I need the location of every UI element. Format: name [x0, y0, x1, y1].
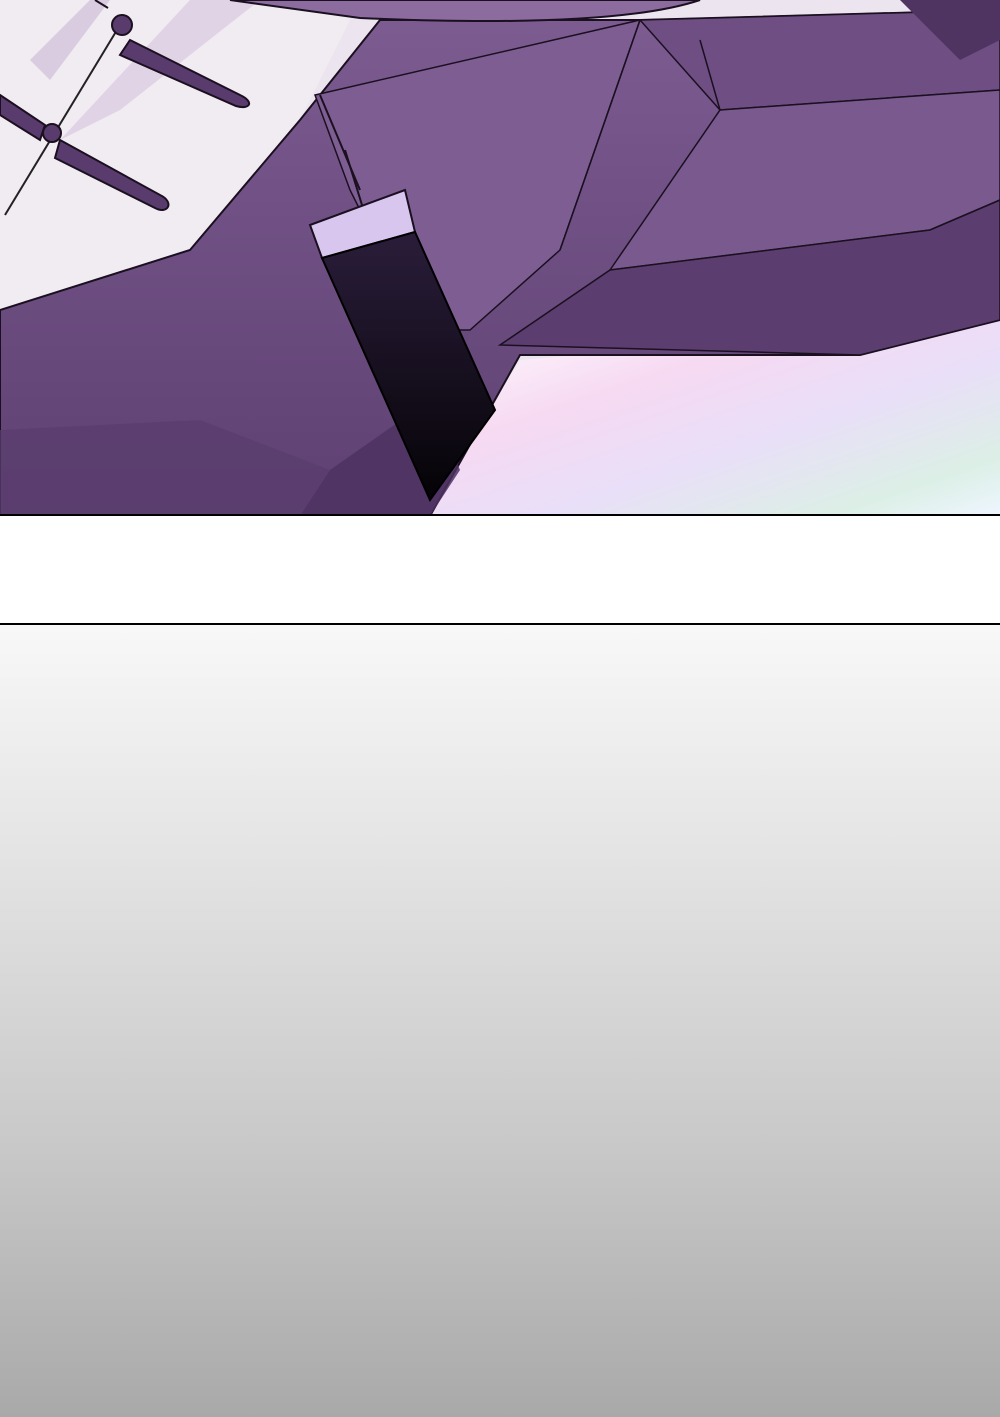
gutter — [0, 516, 1000, 623]
bottom-gradient-panel — [0, 623, 1000, 1417]
top-illustration-panel — [0, 0, 1000, 516]
robe-illustration — [0, 0, 1000, 514]
